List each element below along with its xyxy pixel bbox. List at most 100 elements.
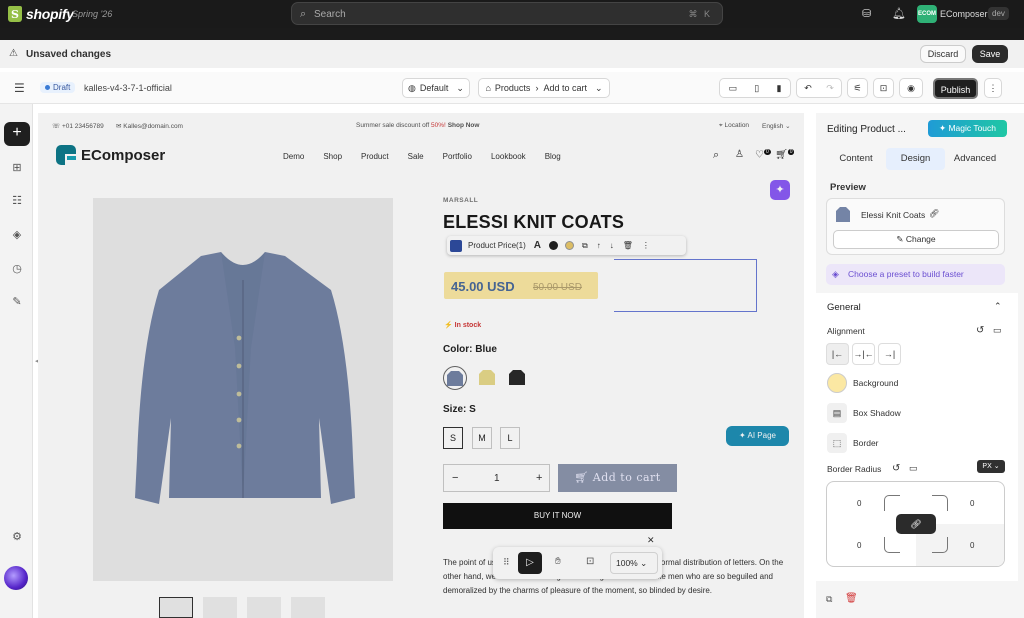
box-shadow-row[interactable]: ▤ Box Shadow xyxy=(827,403,901,423)
product-title[interactable]: ELESSI KNIT COATS xyxy=(443,212,624,233)
device-preset-select[interactable]: ◍ Default ⌄ xyxy=(402,78,470,98)
settings-sliders-icon[interactable]: ⚟ xyxy=(847,78,868,98)
storage-icon[interactable]: ⛁ xyxy=(862,7,871,20)
product-vendor[interactable]: MARSALL xyxy=(443,197,478,204)
move-up-icon[interactable]: ↑ xyxy=(597,241,601,250)
fit-screen-icon[interactable]: ⊡ xyxy=(586,556,594,567)
chevron-up-icon[interactable]: ⌃ xyxy=(994,301,1002,312)
store-avatar[interactable]: ECOM xyxy=(917,5,937,23)
global-search-input[interactable]: ⌕ Search ⌘ K xyxy=(291,2,723,25)
radius-top-left-input[interactable]: 0 xyxy=(857,499,861,508)
tab-design[interactable]: Design xyxy=(886,148,945,170)
decrease-icon[interactable]: − xyxy=(452,472,458,484)
background-color-icon[interactable] xyxy=(565,241,575,250)
drag-handle-icon[interactable]: ⠿ xyxy=(503,557,510,568)
color-swatch-blue[interactable] xyxy=(443,366,467,390)
increase-icon[interactable]: + xyxy=(536,472,542,484)
undo-icon[interactable]: ↶ xyxy=(804,83,812,94)
save-button[interactable]: Save xyxy=(972,45,1008,63)
align-left-button[interactable]: |← xyxy=(826,343,849,365)
magic-touch-button[interactable]: ✦ Magic Touch xyxy=(928,120,1007,137)
align-right-button[interactable]: →| xyxy=(878,343,901,365)
unit-select[interactable]: PX ⌄ xyxy=(977,460,1005,473)
tablet-icon[interactable]: ▯ xyxy=(754,83,759,94)
delete-icon[interactable]: 🗑︎ xyxy=(623,241,633,250)
close-toolbar-icon[interactable]: ✕ xyxy=(647,535,655,546)
menu-icon[interactable]: ☰ xyxy=(14,81,25,95)
background-color-swatch[interactable] xyxy=(827,373,847,393)
mobile-icon[interactable]: ▮ xyxy=(776,83,781,94)
reset-icon[interactable]: ↺ xyxy=(892,463,900,474)
copy-style-icon[interactable]: ⧉ xyxy=(826,594,832,605)
quantity-stepper[interactable]: − 1 + xyxy=(443,464,550,492)
store-search-icon[interactable]: ⌕ xyxy=(713,149,719,162)
nav-item-lookbook[interactable]: Lookbook xyxy=(491,152,526,161)
link-corners-button[interactable]: 🔗︎ xyxy=(896,514,936,534)
add-to-cart-button[interactable]: 🛒︎ Add to cart xyxy=(558,464,677,492)
ai-page-button[interactable]: ✦ AI Page xyxy=(726,426,789,446)
nav-item-shop[interactable]: Shop xyxy=(323,152,342,161)
page-breadcrumb-select[interactable]: ⌂ Products › Add to cart ⌄ xyxy=(478,78,610,98)
shopify-logo[interactable]: shopify xyxy=(8,6,74,22)
promo-link[interactable]: Shop Now xyxy=(448,122,480,129)
change-product-button[interactable]: ✎ Change xyxy=(833,230,999,249)
more-options-icon[interactable]: ⋮ xyxy=(984,78,1002,98)
product-thumbnail[interactable] xyxy=(203,597,237,618)
nav-item-product[interactable]: Product xyxy=(361,152,389,161)
color-swatch-black[interactable] xyxy=(506,366,530,390)
delete-style-icon[interactable]: 🗑︎ xyxy=(845,593,858,604)
inspect-icon[interactable]: ⊡ xyxy=(873,78,894,98)
product-main-image[interactable] xyxy=(93,198,393,581)
product-thumbnail[interactable] xyxy=(291,597,325,618)
bell-icon[interactable]: 🔔︎ xyxy=(892,7,906,20)
desktop-icon[interactable]: ▭ xyxy=(729,83,738,94)
tab-advanced[interactable]: Advanced xyxy=(949,148,1001,170)
text-color-icon[interactable] xyxy=(549,241,559,250)
duplicate-icon[interactable]: ⧉ xyxy=(582,241,588,251)
size-option-m[interactable]: M xyxy=(472,427,492,449)
size-option-l[interactable]: L xyxy=(500,427,520,449)
ai-sparkle-button[interactable]: ✦ xyxy=(770,180,790,200)
preview-eye-icon[interactable]: ◉ xyxy=(899,78,923,98)
border-row[interactable]: ⬚ Border xyxy=(827,433,879,453)
publish-button[interactable]: Publish xyxy=(933,78,978,99)
nav-item-blog[interactable]: Blog xyxy=(545,152,561,161)
history-icon[interactable]: ◷ xyxy=(9,261,25,277)
preset-banner[interactable]: ◈ Choose a preset to build faster xyxy=(826,264,1005,285)
responsive-icon[interactable]: ▭ xyxy=(909,463,918,474)
nav-item-demo[interactable]: Demo xyxy=(283,152,304,161)
link-icon[interactable]: 🔗︎ xyxy=(929,209,939,218)
store-logo[interactable]: EComposer xyxy=(56,145,165,165)
element-name[interactable]: Product Price(1) xyxy=(468,241,526,250)
more-icon[interactable]: ⋮ xyxy=(642,241,650,250)
zoom-select[interactable]: 100% ⌄ xyxy=(610,552,658,574)
size-option-s[interactable]: S xyxy=(443,427,463,449)
settings-gear-icon[interactable]: ⚙ xyxy=(9,529,25,545)
background-row[interactable]: Background xyxy=(827,373,898,393)
nav-item-sale[interactable]: Sale xyxy=(408,152,424,161)
color-swatch-yellow[interactable] xyxy=(476,366,500,390)
buy-now-button[interactable]: BUY IT NOW xyxy=(443,503,672,529)
wishlist-icon[interactable]: ♡ 0 xyxy=(755,149,771,160)
radius-bottom-left-input[interactable]: 0 xyxy=(857,541,861,550)
product-thumbnail[interactable] xyxy=(247,597,281,618)
store-name[interactable]: EComposer xyxy=(940,9,988,19)
ai-assistant-avatar[interactable] xyxy=(4,566,28,590)
tab-content[interactable]: Content xyxy=(830,148,882,170)
move-down-icon[interactable]: ↓ xyxy=(610,241,614,250)
responsive-icon[interactable]: ▭ xyxy=(993,325,1002,336)
product-thumbnail[interactable] xyxy=(159,597,193,618)
language-select[interactable]: English ⌄ xyxy=(762,122,791,130)
sections-icon[interactable]: ⊞ xyxy=(9,160,25,176)
align-center-button[interactable]: →|← xyxy=(852,343,875,365)
layers-list-icon[interactable]: ☷ xyxy=(9,193,25,209)
hand-tool-icon[interactable]: ✋︎ xyxy=(555,556,561,567)
discard-button[interactable]: Discard xyxy=(920,45,966,63)
radius-top-right-input[interactable]: 0 xyxy=(970,499,974,508)
nav-item-portfolio[interactable]: Portfolio xyxy=(443,152,472,161)
stack-icon[interactable]: ◈ xyxy=(9,227,25,243)
redo-icon[interactable]: ↷ xyxy=(826,83,834,94)
brush-icon[interactable]: ✎ xyxy=(9,294,25,310)
add-element-button[interactable]: + xyxy=(4,122,30,146)
reset-icon[interactable]: ↺ xyxy=(976,325,984,336)
